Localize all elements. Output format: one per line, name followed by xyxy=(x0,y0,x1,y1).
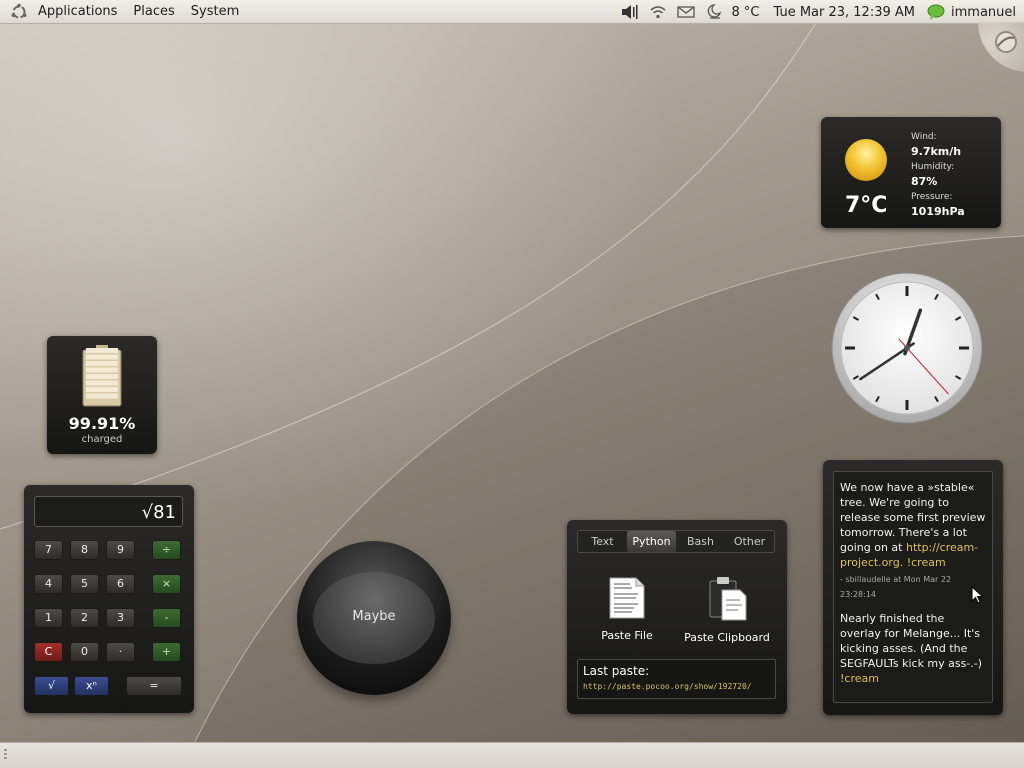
post-tag[interactable]: !cream xyxy=(840,672,879,685)
calc-key-clear[interactable]: C xyxy=(34,642,63,662)
battery-icon xyxy=(82,345,122,407)
eightball-answer: Maybe xyxy=(352,609,396,624)
calc-key-3[interactable]: 3 xyxy=(106,608,135,628)
tab-bash[interactable]: Bash xyxy=(676,531,725,552)
paste-clipboard-label: Paste Clipboard xyxy=(684,631,770,644)
calc-key-decimal[interactable]: · xyxy=(106,642,135,662)
menu-places[interactable]: Places xyxy=(125,0,182,24)
pastebin-widget: Text Python Bash Other Paste File Paste … xyxy=(567,520,787,714)
mail-icon[interactable] xyxy=(676,3,695,21)
paste-file-button[interactable]: Paste File xyxy=(577,576,677,642)
desktop-toolbox-button[interactable] xyxy=(978,22,1024,72)
battery-status: charged xyxy=(81,434,123,445)
battery-percent: 99.91% xyxy=(68,414,136,433)
calc-key-7[interactable]: 7 xyxy=(34,540,63,560)
calc-key-subtract[interactable]: - xyxy=(152,608,181,628)
tab-other[interactable]: Other xyxy=(725,531,774,552)
microblog-timeline[interactable]: We now have a »stable« tree. We're going… xyxy=(833,471,993,703)
calc-key-6[interactable]: 6 xyxy=(106,574,135,594)
battery-cell xyxy=(86,393,118,399)
bottom-panel xyxy=(0,742,1024,768)
paste-clipboard-button[interactable]: Paste Clipboard xyxy=(677,576,777,644)
post-meta: - sbillaudelle at Mon Mar 22 23:28:14 xyxy=(840,575,952,599)
pressure-label: Pressure: xyxy=(911,192,953,202)
tab-python[interactable]: Python xyxy=(627,531,676,552)
username-label[interactable]: immanuel xyxy=(951,5,1016,20)
clock-datetime[interactable]: Tue Mar 23, 12:39 AM xyxy=(773,5,915,20)
calc-key-0[interactable]: 0 xyxy=(70,642,99,662)
document-icon xyxy=(609,577,645,619)
weather-temperature-large: 7°C xyxy=(845,193,888,218)
calc-key-divide[interactable]: ÷ xyxy=(152,540,181,560)
calc-key-2[interactable]: 2 xyxy=(70,608,99,628)
battery-cell xyxy=(86,348,118,353)
clock-center xyxy=(904,345,910,351)
menu-applications[interactable]: Applications xyxy=(30,0,125,24)
calc-key-9[interactable]: 9 xyxy=(106,540,135,560)
chat-status-icon[interactable] xyxy=(927,3,945,21)
calc-key-1[interactable]: 1 xyxy=(34,608,63,628)
magic-8-ball-widget[interactable]: Maybe xyxy=(297,541,451,695)
battery-cell xyxy=(86,354,118,360)
ubuntu-logo-icon[interactable] xyxy=(8,1,30,23)
battery-cell xyxy=(86,374,118,379)
last-paste-link[interactable]: http://paste.pocoo.org/show/192720/ xyxy=(583,682,770,691)
wind-label: Wind: xyxy=(911,132,937,142)
paste-file-label: Paste File xyxy=(601,629,653,642)
top-panel: Applications Places System 8 °C Tue Mar … xyxy=(0,0,1024,24)
mouse-cursor-icon xyxy=(971,586,984,604)
microblog-post: We now have a »stable« tree. We're going… xyxy=(840,480,986,602)
last-paste-label: Last paste: xyxy=(583,664,650,678)
panel-grip-handle[interactable] xyxy=(4,749,7,761)
microblog-post: Nearly finished the overlay for Melange.… xyxy=(840,611,986,686)
toolbox-icon xyxy=(995,31,1017,53)
sun-icon xyxy=(845,139,887,181)
weather-temperature[interactable]: 8 °C xyxy=(732,5,760,20)
wind-value: 9.7km/h xyxy=(911,145,962,158)
battery-cell xyxy=(86,380,118,386)
calc-key-equals[interactable]: = xyxy=(126,676,182,696)
post-text: Nearly finished the overlay for Melange.… xyxy=(840,612,983,670)
calculator-display[interactable]: √81 xyxy=(34,496,183,527)
analog-clock-widget[interactable] xyxy=(831,272,983,424)
battery-cell xyxy=(86,361,118,366)
last-paste-box: Last paste: http://paste.pocoo.org/show/… xyxy=(577,659,776,699)
humidity-label: Humidity: xyxy=(911,162,955,172)
pressure-value: 1019hPa xyxy=(911,205,965,218)
battery-cell xyxy=(86,367,118,373)
battery-widget[interactable]: 99.91% charged xyxy=(47,336,157,454)
humidity-value: 87% xyxy=(911,175,938,188)
weather-night-icon[interactable] xyxy=(705,3,723,21)
volume-icon[interactable] xyxy=(621,3,639,21)
calc-key-5[interactable]: 5 xyxy=(70,574,99,594)
calc-key-sqrt[interactable]: √ xyxy=(34,676,69,696)
calculator-widget: √81 7 8 9 ÷ 4 5 6 × 1 2 3 - C 0 · + √ xⁿ… xyxy=(24,485,194,713)
calc-key-power[interactable]: xⁿ xyxy=(74,676,109,696)
calc-key-4[interactable]: 4 xyxy=(34,574,63,594)
battery-cell xyxy=(86,387,118,392)
wifi-icon[interactable] xyxy=(649,3,667,21)
weather-widget[interactable]: 7°C Wind: 9.7km/h Humidity: 87% Pressure… xyxy=(821,117,1001,228)
calc-key-8[interactable]: 8 xyxy=(70,540,99,560)
pastebin-tabs: Text Python Bash Other xyxy=(577,530,775,553)
post-tag[interactable]: !cream xyxy=(903,556,946,569)
menu-system[interactable]: System xyxy=(183,0,247,24)
calc-key-add[interactable]: + xyxy=(152,642,181,662)
clipboard-icon xyxy=(709,577,747,621)
calc-key-multiply[interactable]: × xyxy=(152,574,181,594)
tab-text[interactable]: Text xyxy=(578,531,627,552)
